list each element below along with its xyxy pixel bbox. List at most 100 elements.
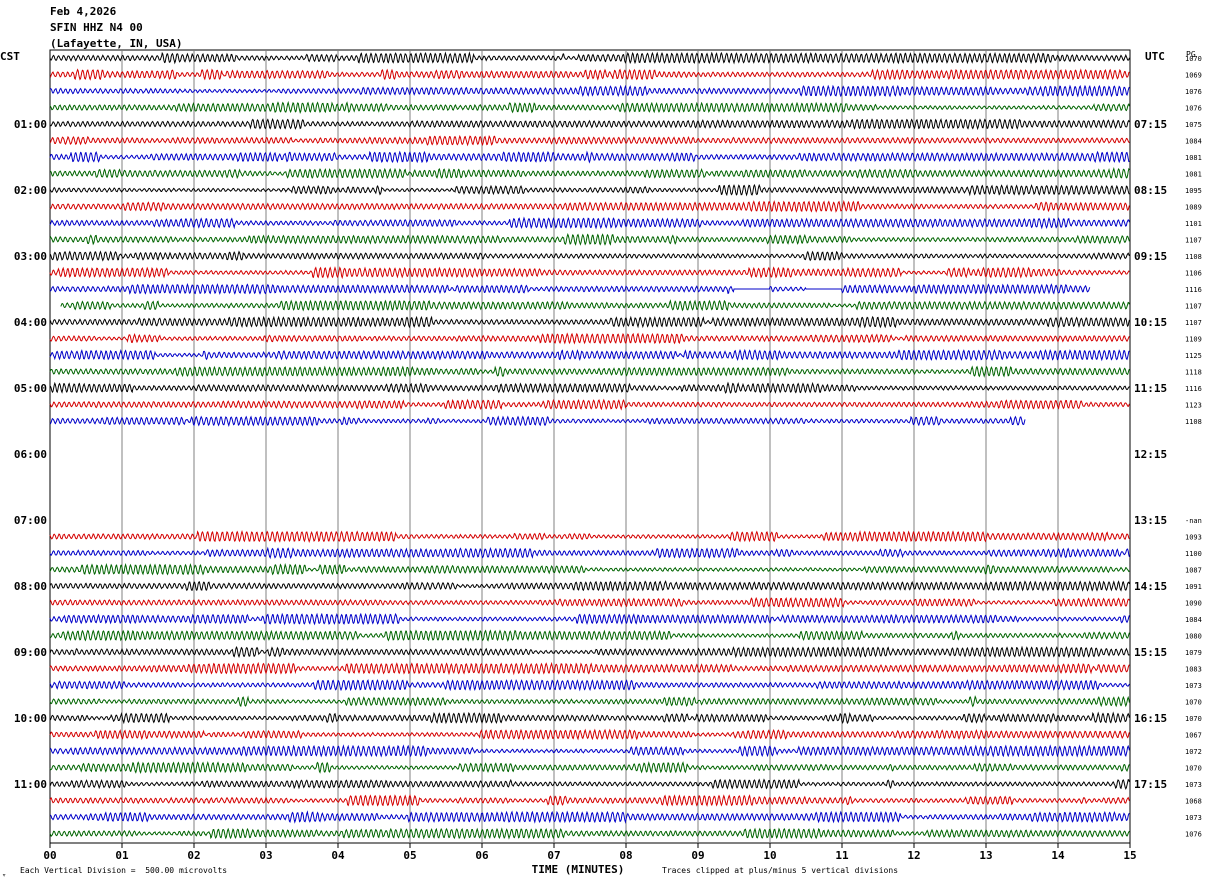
trace-amplitude-label: 1076 (1185, 105, 1202, 113)
trace-amplitude-label: 1076 (1185, 88, 1202, 96)
seismic-trace-line (49, 728, 1130, 741)
x-tick-label: 04 (331, 849, 345, 862)
trace-amplitude-label: 1070 (1185, 699, 1202, 707)
trace-amplitude-label: 1106 (1185, 270, 1202, 278)
x-tick-label: 10 (763, 849, 776, 862)
seismic-trace-line (60, 299, 1130, 312)
trace-amplitude-label: 1116 (1185, 385, 1202, 393)
trace-amplitude-label: 1070 (1185, 765, 1202, 773)
seismic-trace-line (49, 183, 1130, 197)
seismic-trace-line (49, 597, 1130, 609)
trace-amplitude-label: 1080 (1185, 633, 1202, 641)
seismic-trace-line (49, 661, 1130, 676)
x-tick-label: 06 (475, 849, 489, 862)
x-tick-label: 09 (691, 849, 704, 862)
y-right-hour-label: 13:15 (1134, 514, 1167, 527)
seismic-trace-line (49, 282, 1091, 295)
clip-note: Traces clipped at plus/minus 5 vertical … (662, 866, 899, 875)
seismic-trace-line (49, 827, 1130, 840)
trace-amplitude-label: 1072 (1185, 748, 1202, 756)
y-left-hour-label: 09:00 (14, 646, 47, 659)
seismic-trace-line (49, 629, 1130, 642)
seismic-trace-line (49, 332, 1130, 345)
trace-amplitude-label: 1079 (1185, 649, 1202, 657)
trace-amplitude-label: 1123 (1185, 402, 1202, 410)
trace-amplitude-label: 1070 (1185, 55, 1202, 63)
x-tick-label: 05 (403, 849, 416, 862)
seismic-trace-line (49, 100, 1130, 114)
seismic-trace-line (49, 778, 1130, 790)
x-tick-label: 14 (1051, 849, 1065, 862)
x-tick-label: 02 (187, 849, 200, 862)
seismic-trace-line (49, 84, 1130, 98)
y-right-hour-label: 08:15 (1134, 184, 1167, 197)
seismic-trace-line (49, 695, 1130, 708)
trace-amplitude-label: 1108 (1185, 253, 1202, 261)
trace-amplitude-label: 1091 (1185, 583, 1202, 591)
y-left-hour-label: 03:00 (14, 250, 47, 263)
trace-amplitude-label: 1084 (1185, 616, 1202, 624)
y-right-hour-label: 12:15 (1134, 448, 1167, 461)
seismic-trace-line (49, 679, 1130, 692)
y-left-hour-label: 10:00 (14, 712, 47, 725)
seismic-trace-line (49, 546, 1130, 560)
seismic-trace-line (49, 216, 1130, 230)
seismic-trace-line (49, 398, 1130, 411)
corner-mark-icon: ▿ (2, 871, 7, 879)
trace-amplitude-label: 1067 (1185, 732, 1202, 740)
seismic-trace-line (49, 150, 1130, 164)
trace-amplitude-label: 1090 (1185, 600, 1202, 608)
trace-amplitude-label: 1109 (1185, 336, 1202, 344)
trace-amplitude-label: 1095 (1185, 187, 1202, 195)
x-tick-label: 03 (259, 849, 272, 862)
trace-amplitude-label: 1087 (1185, 567, 1202, 575)
seismic-trace-line (49, 530, 1130, 543)
seismic-trace-line (49, 167, 1130, 180)
y-left-hour-label: 08:00 (14, 580, 47, 593)
seismic-trace-line (49, 51, 1130, 65)
seismic-trace-line (49, 562, 1130, 576)
seismic-trace-line (49, 580, 1130, 592)
x-tick-label: 13 (979, 849, 992, 862)
seismic-trace-line (49, 794, 1130, 807)
x-tick-label: 01 (115, 849, 129, 862)
seismic-trace-line (49, 68, 1130, 81)
trace-amplitude-label: 1081 (1185, 171, 1202, 179)
trace-amplitude-label: 1125 (1185, 352, 1202, 360)
x-tick-label: 00 (43, 849, 56, 862)
x-tick-label: 08 (619, 849, 632, 862)
trace-amplitude-label: 1073 (1185, 781, 1202, 789)
seismic-trace-line (49, 117, 1130, 131)
trace-amplitude-label: 1108 (1185, 418, 1202, 426)
y-right-hour-label: 10:15 (1134, 316, 1167, 329)
trace-amplitude-label: 1076 (1185, 831, 1202, 839)
plot-frame (49, 49, 1131, 844)
trace-amplitude-label: 1083 (1185, 666, 1202, 674)
trace-amplitude-label: 1101 (1185, 220, 1202, 228)
trace-amplitude-label: 1107 (1185, 303, 1202, 311)
trace-amplitude-label: 1093 (1185, 534, 1202, 542)
y-right-hour-label: 16:15 (1134, 712, 1167, 725)
trace-amplitude-label: 1073 (1185, 814, 1202, 822)
y-right-hour-label: 09:15 (1134, 250, 1167, 263)
y-right-hour-label: 15:15 (1134, 646, 1167, 659)
seismic-trace-line (49, 415, 1026, 427)
helicorder-plot: 00 01 02 03 04 05 06 07 08 09 10 11 12 13 14 15 TIME (MI… (14, 49, 1202, 876)
y-right-hour-label: 07:15 (1134, 118, 1167, 131)
x-tick-label: 07 (547, 849, 560, 862)
seismic-trace-line (49, 645, 1130, 659)
seismic-trace-line (49, 381, 1130, 394)
trace-amplitude-label: 1107 (1185, 237, 1202, 245)
trace-amplitude-label: 1116 (1185, 286, 1202, 294)
y-left-hour-label: 02:00 (14, 184, 47, 197)
y-left-hour-label: 05:00 (14, 382, 47, 395)
seismic-trace-line (49, 200, 1130, 213)
trace-amplitude-label: 1118 (1185, 369, 1202, 377)
x-axis-label: TIME (MINUTES) (532, 863, 625, 876)
x-tick-label: 12 (907, 849, 920, 862)
y-left-hour-label: 07:00 (14, 514, 47, 527)
trace-amplitude-label: 1089 (1185, 204, 1202, 212)
seismic-trace-line (49, 744, 1130, 758)
trace-amplitude-label: 1107 (1185, 319, 1202, 327)
seismic-trace-line (49, 348, 1130, 362)
